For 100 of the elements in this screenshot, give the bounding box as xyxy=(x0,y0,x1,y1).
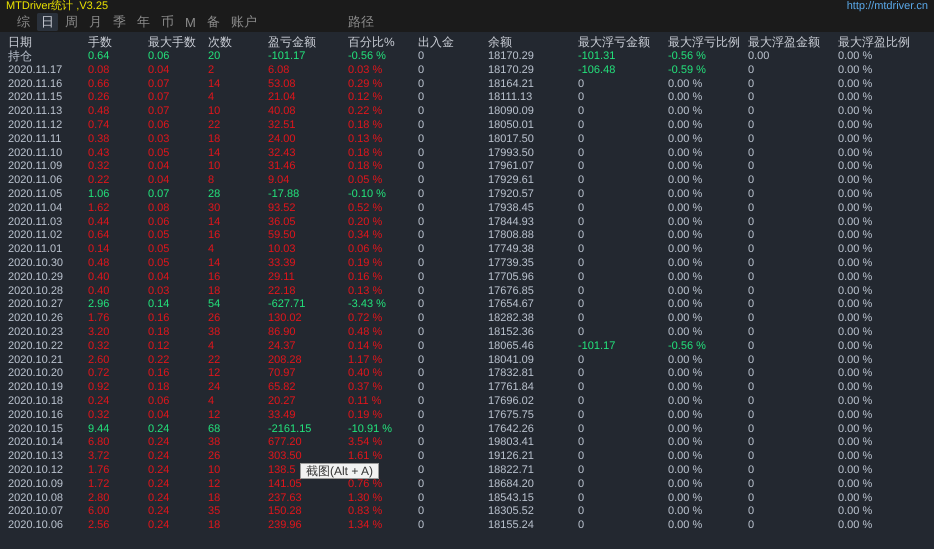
table-cell: 10 xyxy=(208,464,220,478)
column-header: 最大浮亏金额 xyxy=(578,36,650,50)
tab[interactable]: 月 xyxy=(85,13,106,31)
column-header: 最大浮盈金额 xyxy=(748,36,820,50)
table-cell: 0.07 xyxy=(148,105,170,119)
table-cell: 38 xyxy=(208,436,220,450)
table-cell: 0 xyxy=(748,174,754,188)
tab[interactable]: 账户 xyxy=(226,13,261,31)
table-cell: 0.06 xyxy=(148,394,170,409)
table-cell: 0 xyxy=(748,160,754,174)
table-cell: 17993.50 xyxy=(488,146,534,160)
table-cell: 0.05 % xyxy=(348,174,382,188)
tab[interactable]: 日 xyxy=(37,13,58,31)
table-cell: 17739.35 xyxy=(488,256,534,271)
table-cell: 2020.10.20 xyxy=(8,367,64,382)
tab[interactable]: 币 xyxy=(157,13,178,31)
table-cell: 0.48 % xyxy=(348,326,382,340)
table-cell: 0.06 xyxy=(148,50,170,64)
table-cell: 2020.10.28 xyxy=(8,284,64,298)
table-cell: 6.80 xyxy=(88,436,110,450)
table-cell: 2020.11.11 xyxy=(8,132,62,147)
table-cell: 0 xyxy=(578,91,584,106)
table-cell: 0 xyxy=(418,64,424,78)
table-cell: 0 xyxy=(418,394,424,409)
table-cell: 0.18 xyxy=(148,381,170,395)
table-cell: 8 xyxy=(208,174,214,188)
website-link[interactable]: http://mtdriver.cn xyxy=(846,0,928,12)
table-cell: 0.00 % xyxy=(668,394,702,409)
table-cell: -0.56 % xyxy=(348,50,386,64)
table-cell: 0 xyxy=(748,492,754,506)
table-cell: 0.00 % xyxy=(668,367,702,382)
table-cell: 18684.20 xyxy=(488,478,534,492)
table-cell: 0.00 % xyxy=(838,505,872,520)
table-cell: 0 xyxy=(418,146,424,160)
table-cell: 0.00 % xyxy=(668,160,702,174)
table-cell: 0 xyxy=(578,492,584,506)
table-cell: 1.76 xyxy=(88,312,110,326)
table-cell: 1.30 % xyxy=(348,492,382,506)
table-cell: 14 xyxy=(208,216,220,230)
table-cell: 0.00 % xyxy=(838,381,872,395)
tab[interactable]: 年 xyxy=(133,13,154,31)
table-cell: 59.50 xyxy=(268,229,296,244)
table-cell: 4 xyxy=(208,340,214,354)
table-cell: 0 xyxy=(418,284,424,298)
table-cell: 32.43 xyxy=(268,146,296,160)
table-cell: 0.00 % xyxy=(668,422,702,436)
table-cell: 0 xyxy=(578,284,584,298)
table-cell: 18170.29 xyxy=(488,50,534,64)
table-cell: 0.00 % xyxy=(668,174,702,188)
table-cell: 0.20 % xyxy=(348,216,382,230)
path-tab[interactable]: 路径 xyxy=(344,13,378,31)
table-cell: 53.08 xyxy=(268,78,296,92)
table-cell: 28 xyxy=(208,188,220,202)
table-cell: 18050.01 xyxy=(488,118,534,133)
table-cell: 0 xyxy=(748,256,754,271)
table-cell: 0.52 % xyxy=(348,202,382,216)
table-cell: 18041.09 xyxy=(488,354,534,368)
table-cell: 6.00 xyxy=(88,505,110,520)
table-cell: 0.00 % xyxy=(838,243,872,257)
table-cell: 2020.11.02 xyxy=(8,229,62,244)
table-cell: 0 xyxy=(418,381,424,395)
table-cell: 2020.10.22 xyxy=(8,340,64,354)
tab[interactable]: M xyxy=(181,13,200,31)
tab[interactable]: 季 xyxy=(109,13,130,31)
table-cell: 0.00 % xyxy=(668,91,702,106)
table-cell: 0.32 xyxy=(88,408,110,423)
table-cell: -101.17 xyxy=(268,50,306,64)
tab[interactable]: 周 xyxy=(61,13,82,31)
table-cell: 1.62 xyxy=(88,202,110,216)
table-cell: 0.00 % xyxy=(838,436,872,450)
table-cell: 17749.38 xyxy=(488,243,534,257)
table-cell: 18111.13 xyxy=(488,91,532,106)
table-cell: 0.04 xyxy=(148,174,170,188)
table-cell: 0.05 xyxy=(148,243,170,257)
table-cell: 0.00 % xyxy=(668,188,702,202)
table-cell: 17808.88 xyxy=(488,229,534,244)
table-cell: 24 xyxy=(208,381,220,395)
table-cell: 0 xyxy=(748,478,754,492)
tab[interactable]: 综 xyxy=(13,13,34,31)
table-cell: 0 xyxy=(578,464,584,478)
table-cell: 0 xyxy=(418,354,424,368)
table-cell: 0.00 % xyxy=(668,326,702,340)
table-cell: 65.82 xyxy=(268,381,296,395)
column-header: 日期 xyxy=(8,36,32,50)
table-cell: 0.07 xyxy=(148,188,170,202)
table-cell: 0 xyxy=(748,78,754,92)
table-cell: 0.13 % xyxy=(348,132,382,147)
table-cell: 19803.41 xyxy=(488,436,534,450)
table-cell: 0 xyxy=(748,340,754,354)
table-cell: 2020.10.13 xyxy=(8,450,64,464)
table-cell: 0.72 xyxy=(88,367,110,382)
table-cell: 21.04 xyxy=(268,91,296,106)
table-cell: 0 xyxy=(578,78,584,92)
table-cell: 0 xyxy=(578,505,584,520)
table-cell: 0.48 xyxy=(88,105,110,119)
table-cell: 17761.84 xyxy=(488,381,534,395)
table-cell: 0.00 % xyxy=(838,105,872,119)
table-cell: 2020.11.10 xyxy=(8,146,62,160)
table-cell: 17676.85 xyxy=(488,284,534,298)
tab[interactable]: 备 xyxy=(202,13,224,31)
